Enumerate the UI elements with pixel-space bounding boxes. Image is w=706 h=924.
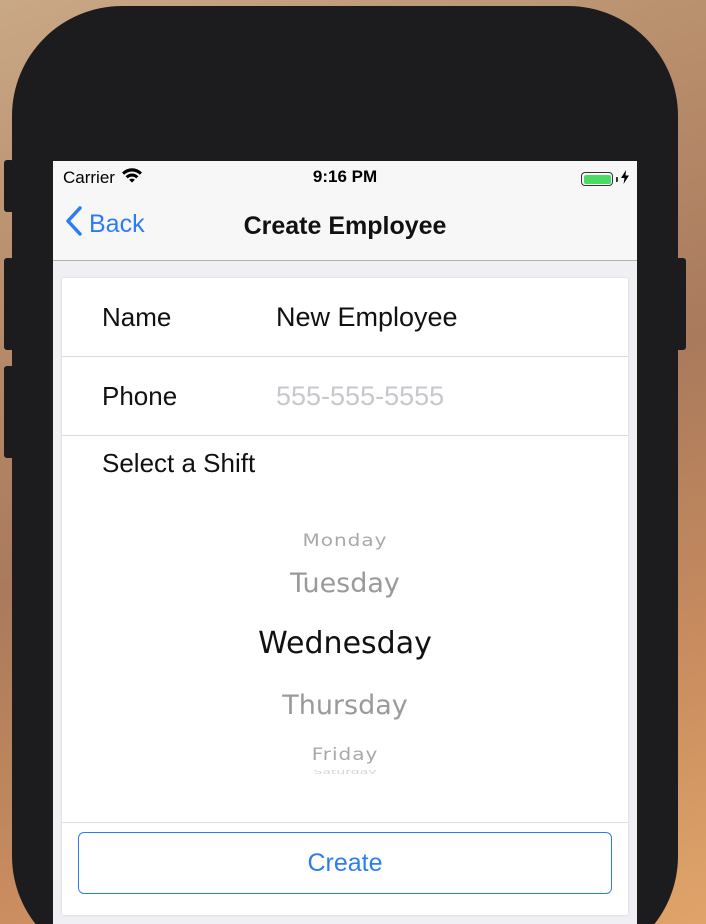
power-button bbox=[676, 258, 686, 350]
status-bar: Carrier 9:16 PM bbox=[53, 161, 637, 193]
picker-option-tuesday[interactable]: Tuesday bbox=[62, 568, 628, 599]
charging-icon bbox=[621, 169, 629, 189]
navigation-bar: Back Create Employee bbox=[53, 193, 637, 261]
picker-option-wednesday[interactable]: Wednesday bbox=[62, 626, 628, 661]
volume-up-button bbox=[4, 258, 14, 350]
phone-field[interactable] bbox=[276, 373, 606, 419]
mute-switch bbox=[4, 160, 14, 212]
picker-option-friday[interactable]: Friday bbox=[62, 744, 628, 764]
shift-label: Select a Shift bbox=[102, 448, 256, 478]
battery-level-fill bbox=[583, 174, 611, 184]
picker-option-thursday[interactable]: Thursday bbox=[62, 690, 628, 721]
create-button[interactable]: Create bbox=[78, 832, 612, 894]
name-field[interactable] bbox=[276, 294, 606, 340]
name-label: Name bbox=[102, 302, 172, 332]
page-title: Create Employee bbox=[243, 212, 447, 240]
picker-option-monday[interactable]: Monday bbox=[62, 530, 628, 550]
employee-form: Name Phone Select a Shift Monday Tuesday… bbox=[62, 278, 628, 915]
battery-icon bbox=[581, 169, 629, 189]
picker-option-saturday[interactable]: Saturday bbox=[62, 770, 628, 774]
status-time: 9:16 PM bbox=[312, 167, 378, 186]
volume-down-button bbox=[4, 366, 14, 458]
divider bbox=[62, 822, 628, 823]
phone-label: Phone bbox=[102, 381, 178, 411]
app-screen: Carrier 9:16 PM Back Create Employee Nam… bbox=[53, 161, 637, 924]
name-row: Name bbox=[62, 278, 628, 357]
phone-row: Phone bbox=[62, 357, 628, 436]
